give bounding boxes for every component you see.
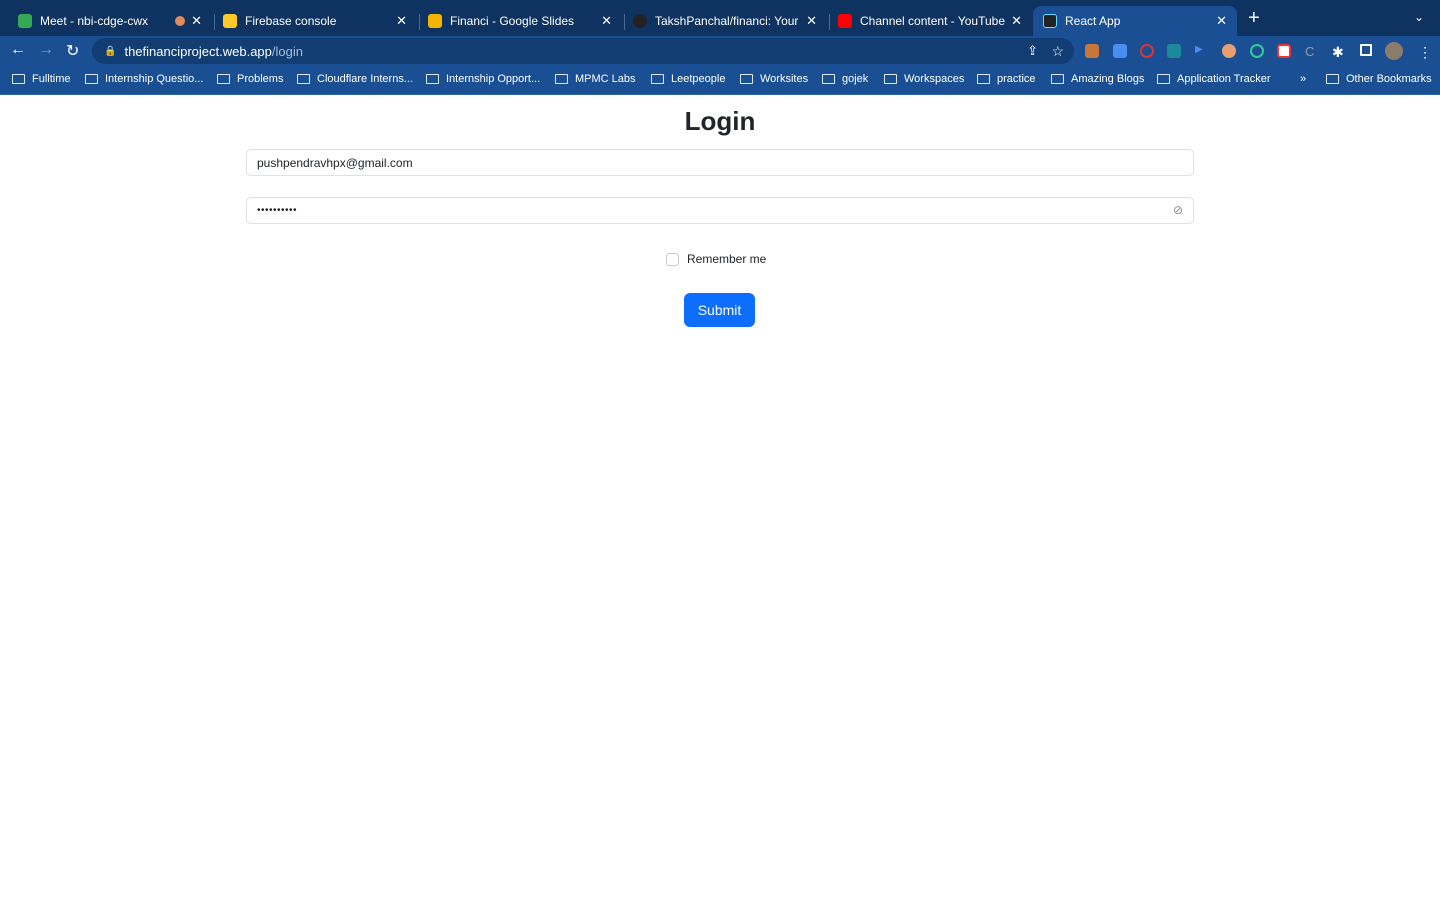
close-icon[interactable]: ✕ — [1216, 13, 1227, 29]
password-field[interactable]: •••••••••• ⊘ — [246, 197, 1194, 224]
jsonview-extension-icon[interactable] — [1277, 44, 1291, 58]
owl-extension-icon[interactable] — [1222, 44, 1236, 58]
tab-react-app[interactable]: React App ✕ — [1033, 6, 1237, 36]
remember-me[interactable]: Remember me — [666, 252, 766, 266]
tab-github[interactable]: TakshPanchal/financi: Your Per✕ — [623, 6, 830, 36]
close-icon[interactable]: ✕ — [396, 13, 407, 29]
close-icon[interactable]: ✕ — [1011, 13, 1022, 29]
bookmark-folder[interactable]: Workspaces — [884, 73, 964, 85]
c-extension-icon[interactable]: C — [1305, 44, 1319, 59]
new-tab-button[interactable]: + — [1248, 8, 1260, 28]
submit-button[interactable]: Submit — [684, 293, 755, 327]
bookmark-folder[interactable]: Cloudflare Interns... — [297, 73, 413, 85]
close-icon[interactable]: ✕ — [806, 13, 817, 29]
folder-icon — [85, 74, 98, 84]
folder-icon — [426, 74, 439, 84]
avatar[interactable] — [1385, 42, 1403, 60]
bookmark-folder[interactable]: Worksites — [740, 73, 808, 85]
folder-icon — [977, 74, 990, 84]
folder-icon — [1051, 74, 1064, 84]
bookmark-folder[interactable]: Application Tracker — [1157, 73, 1271, 85]
page-title: Login — [684, 106, 756, 136]
tab-firebase[interactable]: Firebase console ✕ — [213, 6, 420, 36]
browser-toolbar: ← → ↻ 🔒 thefinanciproject.web.app/login … — [0, 36, 1440, 66]
bookmark-folder[interactable]: MPMC Labs — [555, 73, 636, 85]
play-extension-icon[interactable]: ▶ — [1195, 44, 1209, 58]
forward-icon[interactable]: → — [38, 41, 54, 59]
folder-icon — [884, 74, 897, 84]
bookmark-folder[interactable]: Leetpeople — [651, 73, 725, 85]
bookmark-folder[interactable]: Amazing Blogs — [1051, 73, 1144, 85]
folder-icon — [555, 74, 568, 84]
back-icon[interactable]: ← — [10, 41, 26, 59]
firebase-icon — [223, 14, 237, 28]
eye-slash-icon[interactable]: ⊘ — [1173, 203, 1183, 217]
side-panel-icon[interactable] — [1360, 44, 1372, 56]
screenshot-extension-icon[interactable] — [1167, 44, 1181, 58]
google-meet-icon — [18, 14, 32, 28]
react-icon — [1043, 14, 1057, 28]
bookmark-folder[interactable]: Internship Questio... — [85, 73, 203, 85]
folder-icon — [1157, 74, 1170, 84]
folder-icon — [822, 74, 835, 84]
tab-meet[interactable]: Meet - nbi-cdge-cwx ✕ — [8, 6, 215, 36]
bookmark-folder[interactable]: Internship Opport... — [426, 73, 540, 85]
lock-icon: 🔒 — [104, 45, 117, 57]
folder-icon — [740, 74, 753, 84]
folder-icon — [651, 74, 664, 84]
lighthouse-extension-icon[interactable] — [1085, 44, 1099, 58]
close-icon[interactable]: ✕ — [601, 13, 612, 29]
bookmark-folder[interactable]: Fulltime — [12, 73, 71, 85]
target-extension-icon[interactable] — [1250, 44, 1264, 58]
email-field[interactable]: pushpendravhpx@gmail.com — [246, 149, 1194, 176]
bookmark-folder[interactable]: Problems — [217, 73, 283, 85]
tab-strip: Meet - nbi-cdge-cwx ✕ Firebase console ✕ F… — [0, 0, 1440, 36]
bookmark-folder[interactable]: practice — [977, 73, 1036, 85]
tab-slides[interactable]: Financi - Google Slides ✕ — [418, 6, 625, 36]
youtube-icon — [838, 14, 852, 28]
close-icon[interactable]: ✕ — [191, 13, 202, 29]
extensions-puzzle-icon[interactable]: ✱ — [1332, 44, 1346, 60]
github-icon — [633, 14, 647, 28]
recording-icon — [175, 16, 186, 26]
folder-icon — [217, 74, 230, 84]
bookmarks-bar: Fulltime Internship Questio... Problems Clo… — [0, 66, 1440, 95]
menu-kebab-icon[interactable]: ⋮ — [1418, 44, 1432, 60]
translate-extension-icon[interactable] — [1113, 44, 1127, 58]
address-bar[interactable]: 🔒 thefinanciproject.web.app/login ⇪ ☆ — [92, 38, 1074, 64]
record-extension-icon[interactable] — [1140, 44, 1154, 58]
bookmarks-overflow-button[interactable]: » — [1300, 73, 1306, 85]
tab-search-chevron-icon[interactable]: ⌄ — [1414, 10, 1424, 24]
share-icon[interactable]: ⇪ — [1027, 43, 1038, 59]
folder-icon — [1326, 74, 1339, 84]
google-slides-icon — [428, 14, 442, 28]
tab-youtube[interactable]: Channel content - YouTube Stu✕ — [828, 6, 1032, 36]
other-bookmarks[interactable]: Other Bookmarks — [1326, 73, 1432, 85]
remember-me-checkbox[interactable] — [666, 252, 679, 266]
folder-icon — [12, 74, 25, 84]
bookmark-folder[interactable]: gojek — [822, 73, 868, 85]
folder-icon — [297, 74, 310, 84]
reload-icon[interactable]: ↻ — [66, 41, 79, 61]
bookmark-star-icon[interactable]: ☆ — [1051, 43, 1064, 60]
